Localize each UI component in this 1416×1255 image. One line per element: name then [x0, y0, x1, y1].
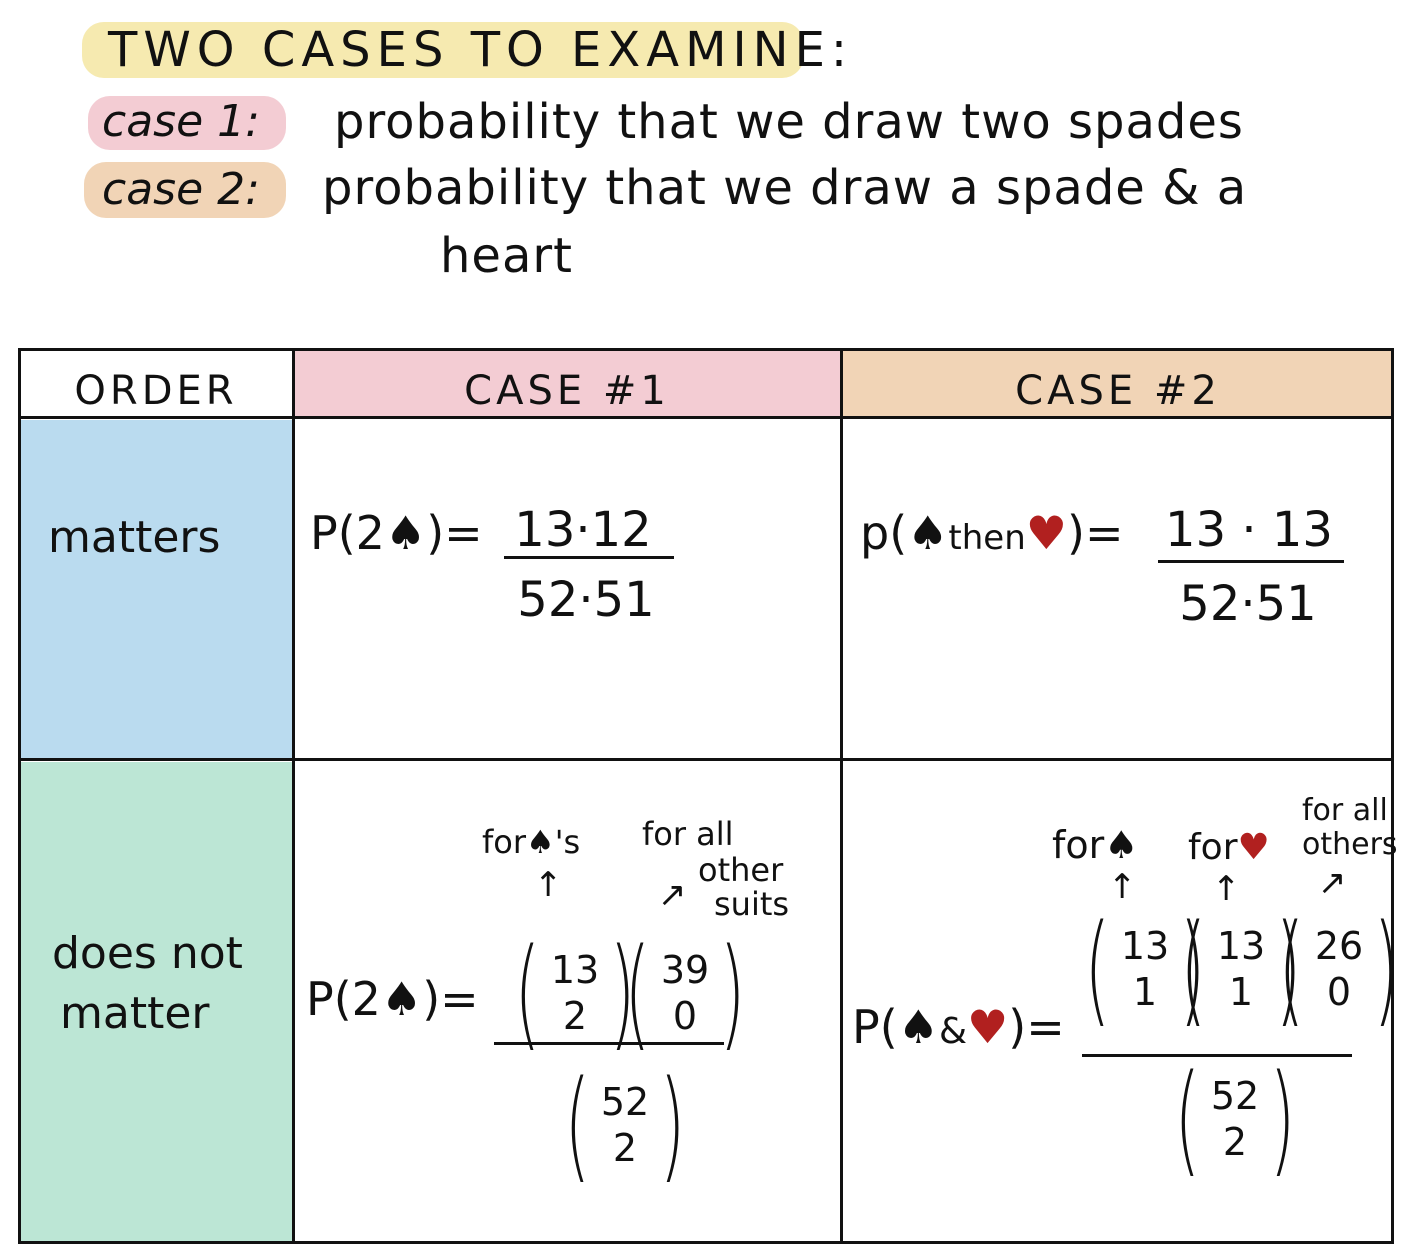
c2-matters-denominator: 52·51: [1179, 576, 1317, 632]
header-order: ORDER: [74, 368, 238, 414]
spade-icon: ♠: [380, 972, 423, 1026]
header-case1: CASE #1: [464, 368, 670, 414]
c1-matters-denominator: 52·51: [517, 572, 655, 628]
c2-note-others-line1: for all: [1302, 793, 1388, 828]
up-arrow-icon: ↗: [1318, 863, 1347, 903]
c1-note-others-line3: suits: [714, 885, 790, 923]
order-table: ORDER CASE #1 CASE #2 matters does not m…: [18, 348, 1399, 1244]
c2-binom-denominator: (52 2): [1174, 1050, 1296, 1189]
c1-matters-fraction-bar: [504, 556, 674, 559]
c1-matters-numerator: 13·12: [514, 502, 652, 558]
up-arrow-icon: ↑: [534, 865, 563, 905]
spade-icon: ♠: [526, 823, 555, 861]
case2-description-line1: probability that we draw a spade & a: [322, 160, 1248, 216]
heart-icon: ♥: [1237, 827, 1270, 868]
c2-note-others-line2: others: [1302, 827, 1398, 862]
c2-notmatter-fraction-bar: [1082, 1054, 1352, 1057]
c1-note-spades: for♠'s: [482, 823, 581, 861]
row-label-matters: matters: [48, 512, 221, 563]
spade-icon: ♠: [897, 1000, 939, 1054]
c1-matters-lhs: P(2♠)=: [310, 506, 483, 560]
heart-icon: ♥: [967, 1000, 1009, 1054]
c2-matters-fraction-bar: [1158, 560, 1344, 563]
up-arrow-icon: ↑: [1108, 867, 1137, 907]
c2-binom-others: (26 0): [1278, 900, 1400, 1039]
header-case2: CASE #2: [1015, 368, 1221, 414]
case2-label: case 2:: [102, 164, 260, 215]
up-arrow-icon: ↗: [658, 875, 687, 915]
c2-note-heart: for♥: [1188, 827, 1270, 868]
heart-icon: ♥: [1025, 506, 1068, 560]
spade-icon: ♠: [384, 506, 427, 560]
row-matters-bg: [18, 420, 294, 760]
c2-matters-numerator: 13 · 13: [1165, 502, 1333, 558]
c2-notmatter-lhs: P(♠&♥)=: [852, 1000, 1065, 1054]
c2-matters-lhs: p(♠then♥)=: [860, 506, 1124, 560]
row-label-not-matter-line2: matter: [60, 988, 210, 1039]
c1-note-others-line2: other: [698, 851, 784, 889]
c1-notmatter-lhs: P(2♠)=: [306, 972, 479, 1026]
page-title: TWO CASES TO EXAMINE:: [108, 22, 854, 78]
spade-icon: ♠: [907, 506, 949, 560]
up-arrow-icon: ↑: [1212, 869, 1241, 909]
spade-icon: ♠: [1104, 823, 1139, 867]
case1-description: probability that we draw two spades: [334, 94, 1244, 150]
c2-note-spade: for♠: [1052, 823, 1139, 867]
case1-label: case 1:: [102, 96, 260, 147]
c1-binom-others: (39 0): [624, 924, 746, 1063]
c1-note-others-line1: for all: [642, 815, 734, 853]
c1-binom-denominator: (52 2): [564, 1056, 686, 1195]
c1-notmatter-fraction-bar: [494, 1042, 724, 1045]
case2-description-line2: heart: [440, 228, 573, 284]
row-label-not-matter-line1: does not: [52, 928, 243, 979]
